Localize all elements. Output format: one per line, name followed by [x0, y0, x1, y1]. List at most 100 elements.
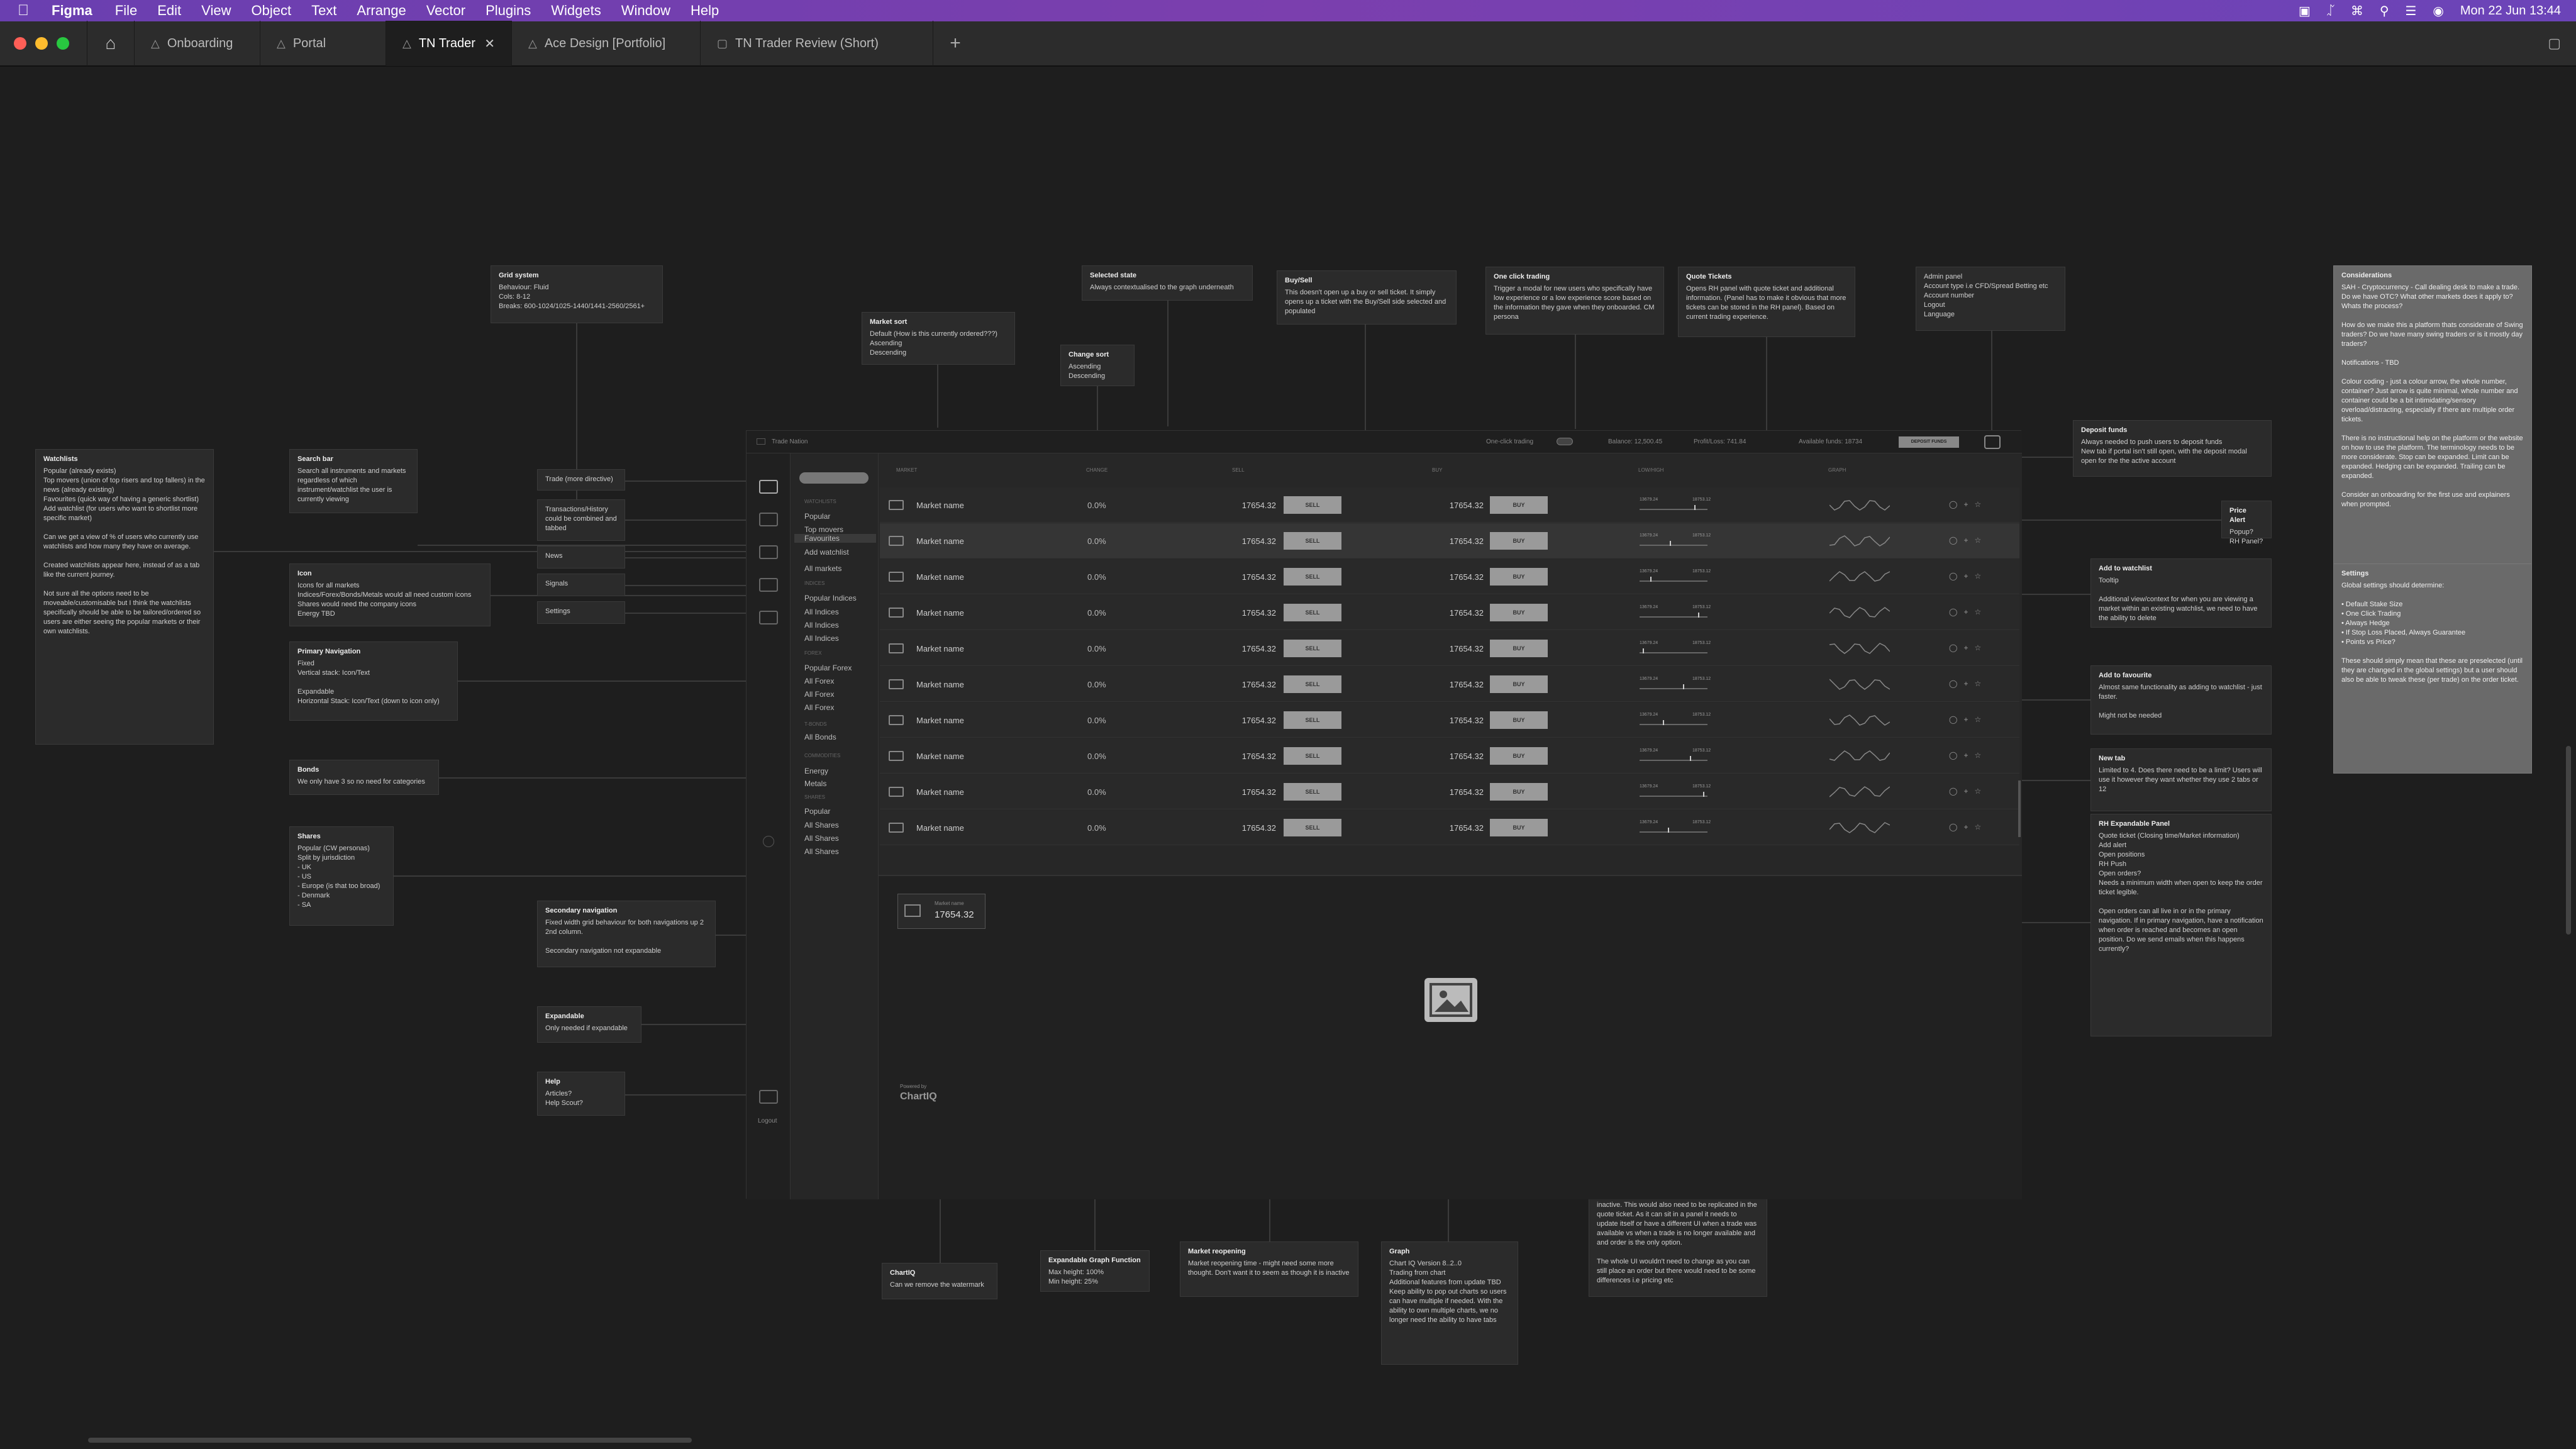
home-icon[interactable]: ⌂ [87, 21, 135, 66]
nav-item[interactable]: Metals [804, 779, 826, 788]
sell-button[interactable]: SELL [1284, 675, 1341, 693]
note-rh-panel[interactable]: RH Expandable Panel Quote ticket (Closing… [2090, 814, 2272, 1036]
column-header[interactable]: SELL [1232, 467, 1245, 473]
note-exp-graph[interactable]: Expandable Graph Function Max height: 100… [1040, 1250, 1150, 1292]
table-row[interactable]: Market name 0.0% 17654.32 SELL 17654.32 … [880, 559, 2019, 594]
price-alert-icon[interactable]: ◯ [1949, 751, 1963, 760]
canvas-horizontal-scrollbar[interactable] [88, 1438, 692, 1443]
note-reopening[interactable]: Market reopening Market reopening time - … [1180, 1241, 1358, 1297]
buy-button[interactable]: BUY [1490, 640, 1548, 657]
price-alert-icon[interactable]: ◯ [1949, 608, 1963, 616]
note-primary-nav[interactable]: Primary Navigation Fixed Vertical stack: … [289, 641, 458, 721]
table-row[interactable]: Market name 0.0% 17654.32 SELL 17654.32 … [880, 523, 2019, 558]
news-nav-icon[interactable] [759, 545, 778, 559]
help-nav-icon[interactable] [759, 1090, 778, 1104]
favourite-icon[interactable]: ☆ [1974, 500, 1987, 509]
menu-object[interactable]: Object [251, 3, 291, 19]
add-watchlist-icon[interactable]: + [1963, 643, 1974, 652]
zoom-window-button[interactable] [57, 37, 69, 50]
new-tab-button[interactable]: + [933, 33, 977, 54]
note-news[interactable]: News [537, 546, 625, 569]
column-header[interactable]: BUY [1432, 467, 1442, 473]
apple-icon[interactable]:  [18, 2, 40, 19]
table-row[interactable]: Market name 0.0% 17654.32 SELL 17654.32 … [880, 595, 2019, 630]
nav-item[interactable]: All Indices [804, 608, 839, 616]
nav-item[interactable]: All Indices [804, 634, 839, 643]
logout-link[interactable]: Logout [758, 1118, 777, 1124]
column-header[interactable]: LOW/HIGH [1638, 467, 1663, 473]
nav-item[interactable]: Popular [804, 807, 830, 816]
nav-item[interactable]: All Bonds [804, 733, 836, 741]
note-expandable[interactable]: Expandable Only needed if expandable [537, 1006, 641, 1043]
menu-view[interactable]: View [201, 3, 231, 19]
search-icon[interactable]: ⚲ [2380, 3, 2389, 19]
nav-item[interactable]: Popular Forex [804, 663, 852, 672]
nav-item[interactable]: All Forex [804, 690, 834, 699]
menu-file[interactable]: File [115, 3, 137, 19]
nav-item[interactable]: Popular Indices [804, 594, 857, 602]
canvas-vertical-scrollbar[interactable] [2566, 746, 2571, 935]
trader-frame[interactable]: Trade Nation One-click trading Balance: … [746, 430, 2022, 1199]
clock[interactable]: Mon 22 Jun 13:44 [2460, 4, 2561, 18]
buy-button[interactable]: BUY [1490, 711, 1548, 729]
add-watchlist-icon[interactable]: + [1963, 823, 1974, 831]
one-click-toggle[interactable] [1557, 438, 1573, 445]
column-header[interactable]: CHANGE [1086, 467, 1108, 473]
note-search-bar[interactable]: Search bar Search all instruments and mar… [289, 449, 418, 513]
add-watchlist-icon[interactable]: + [1963, 751, 1974, 760]
price-alert-icon[interactable]: ◯ [1949, 643, 1963, 652]
nav-item[interactable]: All Forex [804, 703, 834, 712]
note-change-sort[interactable]: Change sort Ascending Descending [1060, 345, 1135, 386]
buy-button[interactable]: BUY [1490, 675, 1548, 693]
note-grid-system[interactable]: Grid system Behaviour: Fluid Cols: 8-12 B… [491, 265, 663, 323]
window-mode-icon[interactable]: ▢ [2548, 35, 2561, 52]
column-header[interactable]: GRAPH [1828, 467, 1846, 473]
note-settings-nav[interactable]: Settings [537, 601, 625, 624]
note-trade[interactable]: Trade (more directive) [537, 469, 625, 491]
note-admin-panel[interactable]: Admin panel Account type i.e CFD/Spread … [1916, 267, 2065, 331]
settings-nav-icon[interactable] [759, 611, 778, 625]
favourite-icon[interactable]: ☆ [1974, 643, 1987, 652]
add-watchlist-icon[interactable]: + [1963, 572, 1974, 580]
note-bonds[interactable]: Bonds We only have 3 so no need for categ… [289, 760, 439, 795]
table-row[interactable]: Market name 0.0% 17654.32 SELL 17654.32 … [880, 631, 2019, 666]
close-tab-icon[interactable]: ✕ [484, 36, 495, 52]
search-input[interactable] [799, 472, 869, 484]
wifi-icon[interactable]: ⌘ [2351, 3, 2363, 19]
note-deposit[interactable]: Deposit funds Always needed to push users… [2073, 420, 2272, 477]
note-signals[interactable]: Signals [537, 574, 625, 596]
note-quote-tickets[interactable]: Quote Tickets Opens RH panel with quote t… [1678, 267, 1855, 337]
tab-onboarding[interactable]: △ Onboarding [135, 21, 260, 66]
price-alert-icon[interactable]: ◯ [1949, 787, 1963, 796]
menu-text[interactable]: Text [311, 3, 336, 19]
nav-item[interactable]: Top movers [804, 525, 843, 534]
control-center-icon[interactable]: ☰ [2405, 3, 2416, 19]
nav-item[interactable]: All markets [804, 564, 841, 573]
figma-canvas[interactable]: Grid system Behaviour: Fluid Cols: 8-12 B… [0, 67, 2576, 1449]
nav-item[interactable]: All Indices [804, 621, 839, 630]
sell-button[interactable]: SELL [1284, 783, 1341, 801]
buy-button[interactable]: BUY [1490, 819, 1548, 836]
note-help[interactable]: Help Articles? Help Scout? [537, 1072, 625, 1116]
sell-button[interactable]: SELL [1284, 532, 1341, 550]
sell-button[interactable]: SELL [1284, 496, 1341, 514]
signals-nav-icon[interactable] [759, 578, 778, 592]
table-row[interactable]: Market name 0.0% 17654.32 SELL 17654.32 … [880, 810, 2019, 845]
add-watchlist-icon[interactable]: + [1963, 608, 1974, 616]
note-market-sort[interactable]: Market sort Default (How is this currentl… [862, 312, 1015, 365]
add-watchlist-icon[interactable]: + [1963, 679, 1974, 688]
column-header[interactable]: MARKET [896, 467, 917, 473]
trade-nav-icon[interactable] [759, 480, 778, 494]
nav-item[interactable]: Favourites [794, 534, 876, 543]
add-watchlist-icon[interactable]: + [1963, 715, 1974, 724]
sell-button[interactable]: SELL [1284, 711, 1341, 729]
sell-button[interactable]: SELL [1284, 568, 1341, 586]
buy-button[interactable]: BUY [1490, 568, 1548, 586]
note-one-click[interactable]: One click trading Trigger a modal for new… [1485, 267, 1664, 335]
minimize-window-button[interactable] [35, 37, 48, 50]
chart-market-tag[interactable]: Market name 17654.32 [897, 894, 985, 929]
menu-window[interactable]: Window [621, 3, 670, 19]
nav-item[interactable]: All Shares [804, 821, 839, 830]
note-watchlists[interactable]: Watchlists Popular (already exists) Top m… [35, 449, 214, 745]
menu-vector[interactable]: Vector [426, 3, 465, 19]
